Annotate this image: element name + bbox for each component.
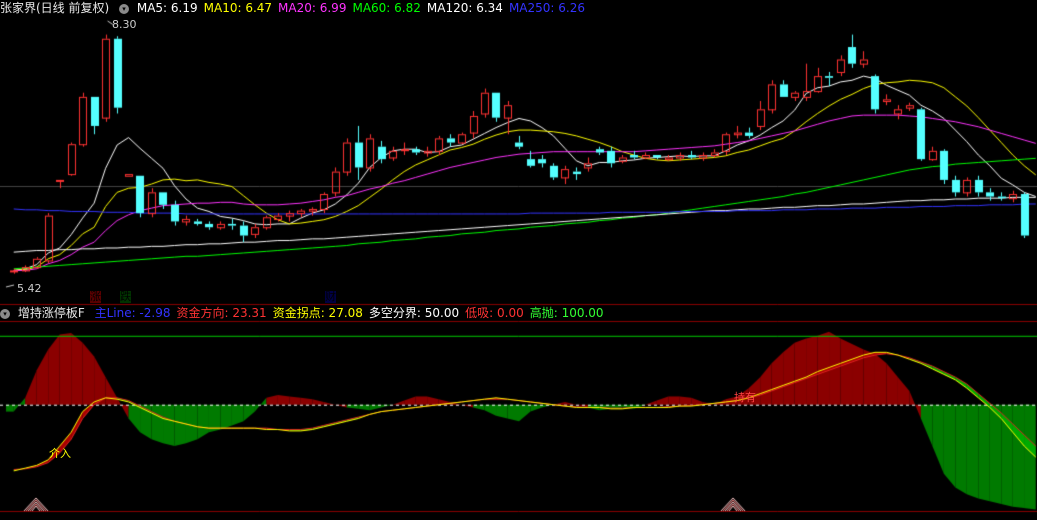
ma-legend-1: MA10: 6.47 [203, 1, 273, 15]
ma-legend-3: MA60: 6.82 [352, 1, 421, 15]
indicator-params: 主Line: -2.98 资金方向: 23.31 资金拐点: 27.08 多空分界: … [95, 306, 610, 320]
ma-legend-4: MA120: 6.34 [426, 1, 503, 15]
tag-fall: 跌 [120, 290, 131, 303]
indicator-param-4: 低吸: 0.00 [465, 306, 524, 320]
indicator-panel-header: ▾ 增持涨停板F 主Line: -2.98 资金方向: 23.31 资金拐点: 27… [0, 305, 616, 321]
high-price-label: 8.30 [112, 18, 137, 31]
tag-limit-up: 涨 [90, 290, 101, 303]
buy-signal-label: 介入 [49, 447, 71, 460]
ma-legend: MA5: 6.19 MA10: 6.47 MA20: 6.99 MA60: 6.82 M… [137, 1, 591, 15]
low-price-label: 5.42 [17, 282, 42, 295]
chart-title: 张家界(日线 前复权) [0, 1, 110, 15]
chart-canvas [0, 0, 1037, 520]
hold-signal-label: 持有 [734, 391, 756, 404]
indicator-name: 增持涨停板F [17, 306, 85, 320]
settings-icon[interactable]: ▾ [119, 3, 130, 14]
price-panel-header: 张家界(日线 前复权) ▾ MA5: 6.19 MA10: 6.47 MA20: 6… [0, 0, 597, 16]
ma-legend-5: MA250: 6.26 [508, 1, 585, 15]
indicator-param-2: 资金拐点: 27.08 [272, 306, 363, 320]
settings-icon-2[interactable]: ▾ [0, 308, 10, 319]
indicator-param-5: 高抛: 100.00 [529, 306, 604, 320]
indicator-param-1: 资金方向: 23.31 [176, 306, 267, 320]
ma-legend-2: MA20: 6.99 [278, 1, 347, 15]
indicator-param-3: 多空分界: 50.00 [368, 306, 460, 320]
indicator-param-0: 主Line: -2.98 [94, 306, 171, 320]
tag-finance: 财 [325, 290, 336, 303]
ma-legend-0: MA5: 6.19 [136, 1, 198, 15]
